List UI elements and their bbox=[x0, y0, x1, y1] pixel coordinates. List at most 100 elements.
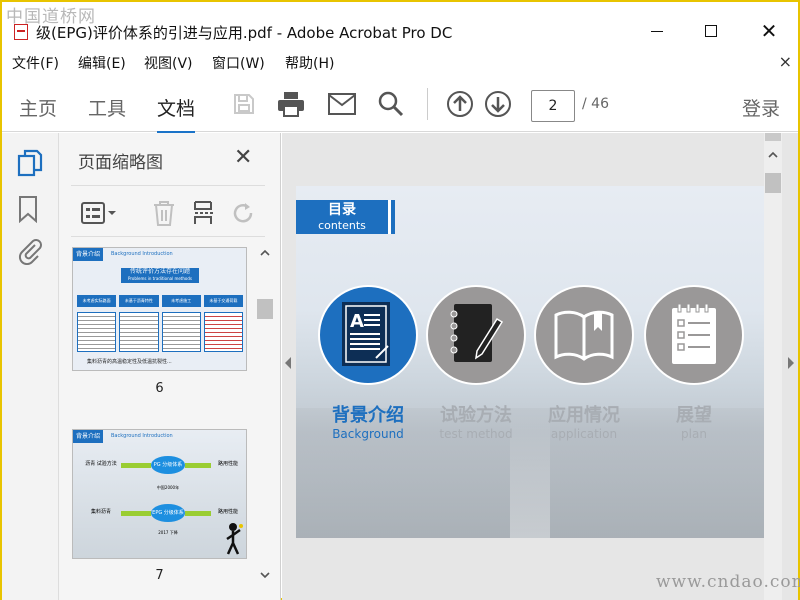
page-up-icon[interactable] bbox=[446, 90, 474, 118]
close-panel-icon[interactable]: ✕ bbox=[234, 145, 252, 170]
toc-item-background: 背景介绍 Background bbox=[313, 406, 423, 442]
bookmark-icon[interactable] bbox=[17, 195, 43, 224]
thumb-heading-en: Problems in traditional methods bbox=[128, 276, 192, 281]
thumb-header: 背景介绍 Background Introduction bbox=[73, 248, 246, 261]
insert-page-icon[interactable] bbox=[192, 200, 218, 226]
open-book-icon bbox=[554, 310, 614, 361]
toc-item-en: test method bbox=[439, 427, 513, 441]
thumbnail-options-icon[interactable] bbox=[79, 200, 119, 226]
thumb-header-en: Background Introduction bbox=[111, 433, 173, 439]
thumb-node-left-2: 集料沥青 bbox=[90, 509, 111, 515]
menu-edit[interactable]: 编辑(E) bbox=[78, 53, 126, 73]
mail-icon[interactable] bbox=[328, 90, 356, 118]
thumb-node-epg: EPG 分级体系 bbox=[151, 504, 185, 522]
scrollbar-thumb[interactable] bbox=[257, 299, 273, 319]
navigation-rail bbox=[2, 133, 59, 600]
login-button[interactable]: 登录 bbox=[742, 94, 780, 121]
thumb-arrow bbox=[121, 511, 151, 516]
thumb-node-pg: PG 分级体系 bbox=[151, 456, 185, 474]
thumbnail-label-6: 6 bbox=[155, 381, 164, 396]
notebook-pen-icon bbox=[450, 304, 504, 362]
thumb-figure-icon bbox=[226, 523, 243, 555]
minimize-button[interactable] bbox=[634, 14, 680, 48]
thumb-heading-cn: 传统评价方法存在问题 bbox=[129, 268, 190, 275]
scroll-up-icon[interactable] bbox=[260, 249, 270, 256]
thumb-col-3: 未考虑施工 bbox=[161, 295, 201, 307]
tab-document[interactable]: 文档 bbox=[157, 94, 196, 134]
tab-tools[interactable]: 工具 bbox=[88, 94, 126, 121]
thumb-bottom-label: 2017 下降 bbox=[158, 530, 178, 535]
thumbnail-label-7: 7 bbox=[155, 568, 164, 583]
toolbar-separator bbox=[427, 88, 428, 120]
acrobat-window: 中国道桥网 级(EPG)评价体系的引进与应用.pdf - Adobe Acrob… bbox=[0, 0, 800, 600]
page-total: / 46 bbox=[582, 96, 609, 112]
thumb-text-block bbox=[203, 312, 243, 352]
thumb-header-en: Background Introduction bbox=[111, 251, 173, 257]
thumb-node-right-1: 路用性能 bbox=[217, 461, 238, 467]
thumb-arrow bbox=[185, 463, 211, 468]
thumb-footer: 集料沥青的高温稳定性及低温抗裂性... bbox=[87, 359, 172, 365]
save-icon[interactable] bbox=[230, 90, 258, 118]
thumb-col-1: 未考虑实际路面 bbox=[77, 295, 117, 307]
toc-item-plan: 展望 plan bbox=[639, 406, 749, 442]
document-view[interactable]: 目录 contents A 背景介绍 Background 试验方法 test … bbox=[282, 133, 798, 600]
menu-view[interactable]: 视图(V) bbox=[144, 53, 193, 73]
maximize-icon bbox=[705, 25, 717, 37]
title-bar: 中国道桥网 级(EPG)评价体系的引进与应用.pdf - Adobe Acrob… bbox=[2, 2, 798, 50]
thumb-col-4: 未基于交通荷载 bbox=[203, 295, 243, 307]
thumb-node-right-2: 路用性能 bbox=[217, 509, 238, 515]
thumb-arrow bbox=[185, 511, 211, 516]
scrollbar-thumb[interactable] bbox=[765, 173, 781, 193]
toc-item-cn: 背景介绍 bbox=[332, 405, 404, 426]
thumbnail-scrollbar[interactable] bbox=[256, 245, 274, 600]
print-icon[interactable] bbox=[277, 90, 305, 118]
svg-text:A: A bbox=[350, 311, 364, 332]
menu-window[interactable]: 窗口(W) bbox=[212, 53, 265, 73]
checklist-icon bbox=[672, 303, 716, 364]
plan-circle bbox=[644, 285, 744, 385]
toc-accent-bar bbox=[388, 200, 395, 234]
search-icon[interactable] bbox=[377, 90, 405, 118]
menu-file[interactable]: 文件(F) bbox=[12, 53, 59, 73]
scroll-up-icon[interactable] bbox=[768, 151, 778, 158]
close-icon: ✕ bbox=[760, 19, 778, 43]
minimize-icon bbox=[651, 30, 663, 32]
toc-item-application: 应用情况 application bbox=[529, 406, 639, 442]
page-down-icon[interactable] bbox=[484, 90, 512, 118]
pdf-page-slide: 目录 contents A 背景介绍 Background 试验方法 test … bbox=[296, 186, 764, 538]
thumb-arrow bbox=[121, 463, 151, 468]
panel-title: 页面缩略图 bbox=[78, 153, 163, 173]
toc-heading: 目录 contents bbox=[296, 200, 388, 234]
tab-home[interactable]: 主页 bbox=[19, 94, 57, 121]
thumb-header-label: 背景介绍 bbox=[73, 248, 104, 261]
scrollbar-top-cap bbox=[765, 133, 781, 141]
thumb-text-block bbox=[119, 312, 159, 352]
rotate-page-icon[interactable] bbox=[231, 200, 257, 226]
toc-title: 目录 bbox=[328, 202, 356, 218]
delete-page-icon[interactable] bbox=[151, 200, 177, 226]
toc-item-cn: 展望 bbox=[676, 405, 712, 426]
document-scrollbar[interactable] bbox=[764, 133, 782, 600]
thumb-columns: 未考虑实际路面 未基于沥青特性 未考虑施工 未基于交通荷载 bbox=[77, 295, 243, 307]
thumbnail-page-7[interactable]: 背景介绍 Background Introduction 沥青 试验方法 集料沥… bbox=[72, 429, 247, 559]
background-circle: A bbox=[318, 285, 418, 385]
close-document-icon[interactable]: × bbox=[779, 52, 792, 71]
attachment-icon[interactable] bbox=[17, 237, 43, 266]
thumb-header: 背景介绍 Background Introduction bbox=[73, 430, 246, 443]
toolbar: 主页 工具 文档 2 / 46 登录 bbox=[2, 76, 798, 134]
test-method-circle bbox=[426, 285, 526, 385]
collapse-left-icon[interactable] bbox=[285, 357, 291, 369]
toc-item-en: application bbox=[550, 427, 618, 441]
thumbnail-page-6[interactable]: 背景介绍 Background Introduction 传统评价方法存在问题 … bbox=[72, 247, 247, 371]
close-window-button[interactable]: ✕ bbox=[746, 14, 792, 48]
maximize-button[interactable] bbox=[688, 14, 734, 48]
thumb-node-left-1: 沥青 试验方法 bbox=[85, 461, 117, 467]
panel-toolbar bbox=[71, 185, 265, 237]
thumb-middle-label: 中国2000年 bbox=[156, 485, 180, 490]
application-circle bbox=[534, 285, 634, 385]
page-thumbnails-icon[interactable] bbox=[17, 149, 43, 177]
scroll-down-icon[interactable] bbox=[260, 572, 270, 579]
page-number-input[interactable]: 2 bbox=[531, 90, 575, 122]
collapse-right-icon[interactable] bbox=[788, 357, 794, 369]
menu-help[interactable]: 帮助(H) bbox=[285, 53, 334, 73]
